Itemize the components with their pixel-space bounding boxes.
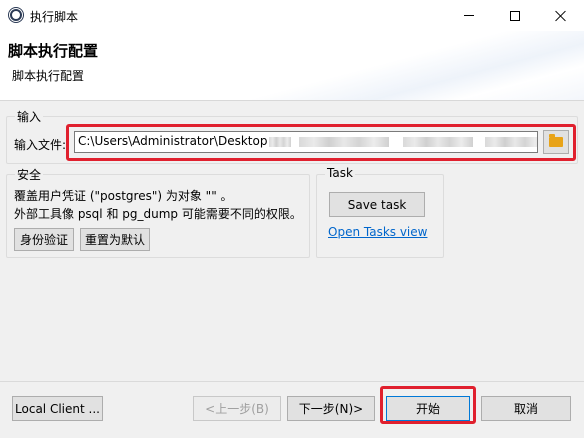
input-group-label: 输入 — [15, 108, 44, 125]
minimize-icon — [464, 15, 474, 16]
maximize-button[interactable] — [492, 0, 538, 31]
highlight-start-button — [380, 386, 476, 424]
security-group-label: 安全 — [15, 166, 44, 183]
close-icon — [555, 10, 567, 22]
open-tasks-view-link[interactable]: Open Tasks view — [328, 225, 427, 239]
wizard-header: 脚本执行配置 脚本执行配置 — [0, 31, 584, 101]
reset-default-button[interactable]: 重置为默认 — [80, 228, 150, 251]
previous-button[interactable]: <上一步(B) — [193, 396, 281, 421]
highlight-file-input — [66, 124, 576, 161]
title-bar: 执行脚本 — [0, 0, 584, 31]
app-logo-icon — [8, 7, 24, 23]
security-credentials-text: 覆盖用户凭证 ("postgres") 为对象 "" 。 — [14, 189, 233, 203]
security-permissions-text: 外部工具像 psql 和 pg_dump 可能需要不同的权限。 — [14, 207, 302, 221]
footer-divider — [0, 381, 584, 382]
maximize-icon — [510, 10, 520, 21]
page-title: 脚本执行配置 — [8, 42, 99, 60]
save-task-button[interactable]: Save task — [329, 192, 425, 217]
window-title: 执行脚本 — [30, 10, 79, 24]
next-button[interactable]: 下一步(N)> — [287, 396, 375, 421]
minimize-button[interactable] — [446, 0, 492, 31]
local-client-button[interactable]: Local Client ... — [12, 396, 103, 421]
task-group-label: Task — [325, 166, 355, 180]
input-file-label: 输入文件: — [14, 138, 67, 152]
close-button[interactable] — [538, 0, 584, 31]
authentication-button[interactable]: 身份验证 — [14, 228, 74, 251]
cancel-button[interactable]: 取消 — [481, 396, 571, 421]
page-subtitle: 脚本执行配置 — [12, 69, 85, 83]
